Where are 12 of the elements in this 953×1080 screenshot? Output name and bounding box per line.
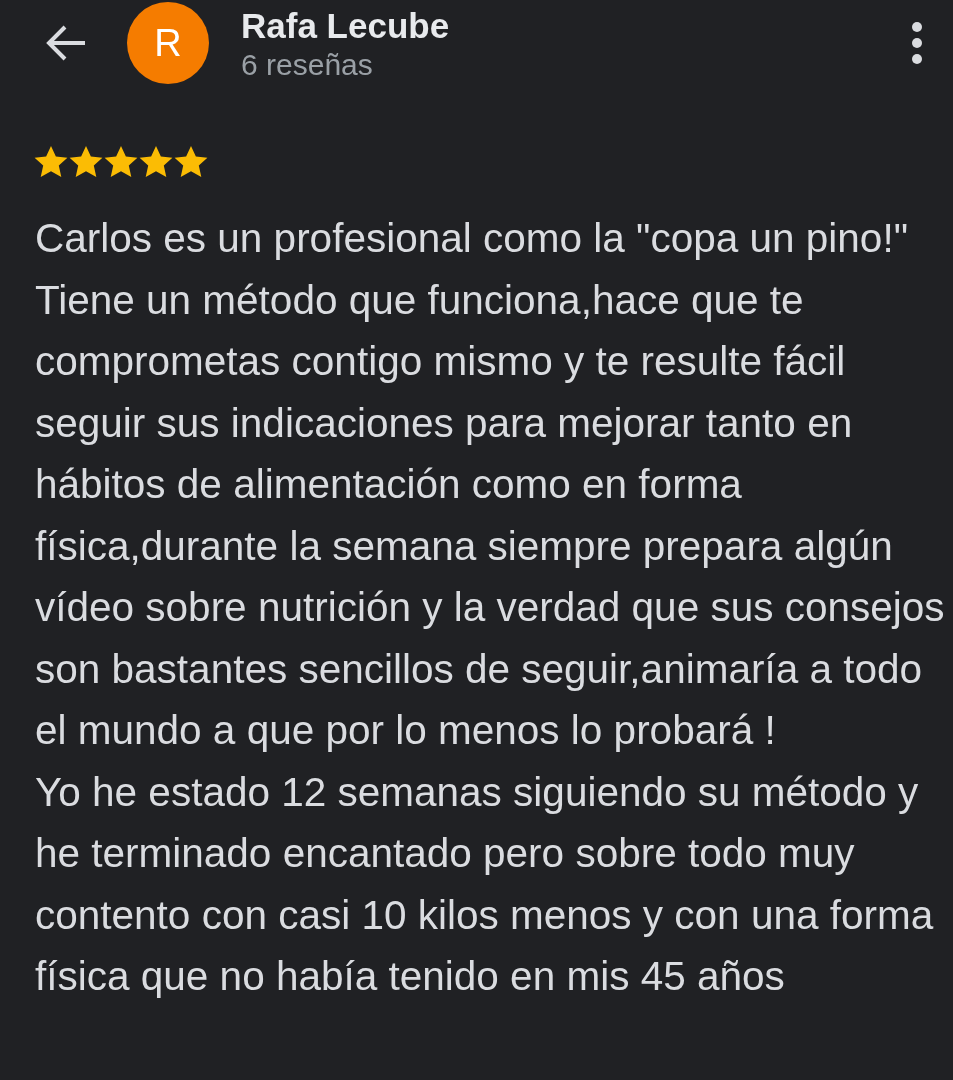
- back-arrow-icon[interactable]: [45, 25, 87, 61]
- review-text: Carlos es un profesional como la "copa un pino!" Tiene un método que funciona,hace que te comprometas contigo mismo y te resulte fácil seguir sus indicaciones para mejorar tanto en hábitos de alimentación como en forma física,durante la semana siempre prepara algún vídeo sobre nutrición y la verdad que sus consejos son bastantes sencillos de seguir,animaría a todo el mundo a que por lo menos lo probará !: [35, 214, 945, 755]
- reviewer-name: Rafa Lecube: [241, 6, 451, 46]
- star-icon: [69, 146, 103, 178]
- star-icon: [174, 146, 208, 178]
- review-text: Yo he estado 12 semanas siguiendo su método y he terminado encantado pero sobre todo muy contento con casi 10 kilos menos y con una forma física que no había tenido en mis 45 años: [35, 767, 935, 1001]
- review-count: 6 reseñas: [241, 48, 374, 82]
- avatar: R: [127, 2, 209, 84]
- more-menu-icon[interactable]: [911, 21, 923, 65]
- star-icon: [139, 146, 173, 178]
- star-icon: [104, 146, 138, 178]
- star-icon: [34, 146, 68, 178]
